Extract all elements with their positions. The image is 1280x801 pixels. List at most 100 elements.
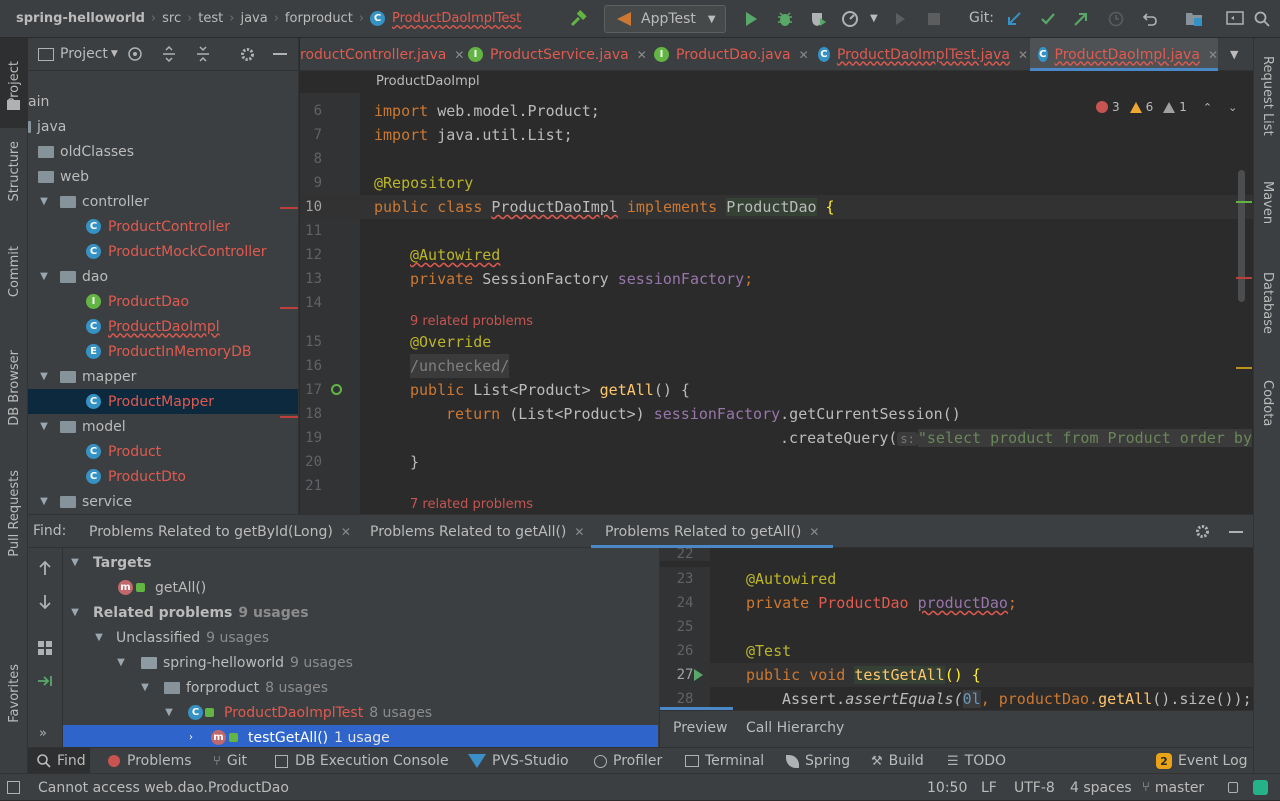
tree-item[interactable]: C ProductController — [28, 214, 298, 239]
caret-position[interactable]: 10:50 — [927, 774, 967, 801]
tree-item[interactable]: ▼ dao — [28, 264, 298, 289]
status-message[interactable]: Cannot access web.dao.ProductDao — [38, 774, 289, 801]
tool-tab-favorites[interactable]: Favorites — [0, 648, 28, 738]
tool-tab-commit[interactable]: Commit — [0, 238, 28, 306]
tree-item[interactable]: E ProductInMemoryDB — [28, 339, 298, 364]
result-group[interactable]: ▼ Targets — [63, 550, 658, 575]
code-line[interactable]: 7 import java.util.List; — [300, 123, 1253, 147]
tool-button-spring[interactable]: Spring — [786, 748, 850, 774]
code-line[interactable]: 12 @Autowired — [300, 243, 1253, 267]
chevron-down-icon[interactable]: ▼ — [111, 49, 118, 59]
close-icon[interactable]: ✕ — [341, 525, 351, 539]
history-icon[interactable] — [1106, 9, 1126, 29]
preview-tab[interactable]: Preview — [673, 720, 728, 736]
lock-icon[interactable] — [1228, 782, 1238, 793]
close-icon[interactable]: ✕ — [1208, 48, 1218, 62]
code-line[interactable]: 9 @Repository — [300, 171, 1253, 195]
tool-tab-project[interactable]: Project — [0, 38, 28, 128]
result-group[interactable]: ▼ spring-helloworld 9 usages — [63, 650, 658, 675]
tool-tab-db-browser[interactable]: DB Browser — [0, 338, 28, 438]
code-line[interactable]: 21 — [300, 474, 1253, 498]
code-line[interactable]: 8 — [300, 147, 1253, 171]
code-line[interactable]: 11 — [300, 219, 1253, 243]
tree-item[interactable]: C ProductMockController — [28, 239, 298, 264]
file-encoding[interactable]: UTF-8 — [1014, 774, 1055, 801]
rollback-icon[interactable] — [1140, 9, 1160, 29]
codota-icon[interactable] — [1253, 780, 1268, 795]
breadcrumb-file[interactable]: C ProductDaoImplTest — [370, 11, 521, 26]
tool-tab-request-list[interactable]: Request List — [1254, 46, 1280, 146]
close-icon[interactable]: ✕ — [454, 48, 464, 62]
collapse-all-icon[interactable] — [195, 46, 211, 62]
result-group[interactable]: ▼ Unclassified 9 usages — [63, 625, 658, 650]
code-line[interactable]: 6 import web.model.Product; — [300, 99, 1253, 123]
tree-item[interactable]: web — [28, 164, 298, 189]
tool-button-profiler[interactable]: Profiler — [594, 748, 662, 774]
group-icon[interactable] — [37, 640, 53, 656]
breadcrumb-src[interactable]: src — [162, 11, 181, 26]
call-hierarchy-tab[interactable]: Call Hierarchy — [746, 720, 844, 736]
profile-icon[interactable] — [840, 9, 860, 29]
arrow-up-icon[interactable] — [37, 560, 53, 576]
chevron-down-icon[interactable]: ▼ — [139, 682, 151, 693]
breadcrumb-java[interactable]: java — [240, 11, 267, 26]
tool-tab-pull-requests[interactable]: Pull Requests — [0, 458, 28, 568]
chevron-down-icon[interactable]: ▼ — [93, 632, 105, 643]
chevron-down-icon[interactable]: ▼ — [69, 557, 81, 568]
run-with-coverage-icon[interactable] — [808, 9, 828, 29]
chevron-down-icon[interactable]: ▼ — [38, 196, 50, 207]
more-icon[interactable]: » — [39, 726, 47, 741]
hide-panel-icon[interactable] — [1229, 531, 1243, 533]
chevron-down-icon[interactable]: ▼ — [38, 271, 50, 282]
result-group[interactable]: ▼ C ProductDaoImplTest 8 usages — [63, 700, 658, 725]
hide-panel-icon[interactable] — [273, 53, 287, 55]
chevron-down-icon[interactable]: ▼ — [38, 371, 50, 382]
close-icon[interactable]: ✕ — [637, 48, 647, 62]
breadcrumb-test[interactable]: test — [198, 11, 223, 26]
run-configuration-select[interactable]: AppTest ▼ — [604, 5, 726, 33]
close-icon[interactable]: ✕ — [574, 525, 584, 539]
tree-item[interactable]: I ProductDao — [28, 289, 298, 314]
tool-button-db-console[interactable]: DB Execution Console — [275, 748, 449, 774]
tool-button-git[interactable]: ⑂ Git — [213, 748, 247, 774]
editor-scrollbar[interactable] — [1238, 170, 1245, 302]
tool-button-todo[interactable]: ☰ TODO — [947, 748, 1006, 774]
editor-tab[interactable]: I ProductService.java ✕ — [468, 38, 650, 71]
locate-file-icon[interactable] — [127, 46, 143, 62]
chevron-down-icon[interactable]: ▼ — [115, 657, 127, 668]
tree-item[interactable]: ▼ mapper — [28, 364, 298, 389]
run-test-icon[interactable] — [694, 669, 703, 681]
code-line[interactable]: 15 @Override — [300, 330, 1253, 354]
git-update-icon[interactable] — [1004, 9, 1024, 29]
project-view-select[interactable]: Project — [60, 46, 108, 62]
result-group[interactable]: ▼ Related problems 9 usages — [63, 600, 658, 625]
tree-item[interactable]: C ProductDaoImpl — [28, 314, 298, 339]
code-line[interactable]: 17 public List<Product> getAll() { — [300, 378, 1253, 402]
indent-setting[interactable]: 4 spaces — [1070, 774, 1132, 801]
close-icon[interactable]: ✕ — [809, 525, 819, 539]
close-icon[interactable]: ✕ — [1018, 48, 1028, 62]
chevron-down-icon[interactable]: ▼ — [870, 13, 878, 24]
tree-item[interactable]: ▼ service — [28, 489, 298, 514]
tree-item[interactable]: ▼ model — [28, 414, 298, 439]
gear-icon[interactable] — [1194, 523, 1211, 540]
related-problems-link[interactable]: 7 related problems — [410, 497, 533, 512]
override-gutter-icon[interactable] — [331, 384, 342, 395]
expand-all-icon[interactable] — [161, 46, 177, 62]
tool-button-pvs-studio[interactable]: PVS-Studio — [468, 748, 569, 774]
chevron-down-icon[interactable]: ▼ — [69, 607, 81, 618]
run-icon[interactable] — [741, 9, 761, 29]
gear-icon[interactable] — [239, 46, 256, 63]
tree-item[interactable]: C ProductDto — [28, 464, 298, 489]
chevron-down-icon[interactable]: ▼ — [38, 421, 50, 432]
tree-item[interactable]: C Product — [28, 439, 298, 464]
code-line-current[interactable]: 10 public class ProductDaoImpl implements… — [300, 195, 1253, 219]
line-separator[interactable]: LF — [981, 774, 997, 801]
tool-button-problems[interactable]: Problems — [108, 748, 192, 774]
find-tab[interactable]: Problems Related to getById(Long) ✕ — [89, 515, 351, 548]
tool-tab-database[interactable]: Database — [1254, 258, 1280, 348]
editor-breadcrumb[interactable]: ProductDaoImpl — [300, 71, 1253, 93]
editor-tab[interactable]: roductController.java ✕ — [300, 38, 464, 71]
result-item[interactable]: m getAll() — [63, 575, 658, 600]
code-line[interactable]: 16/unchecked/ — [300, 354, 1253, 378]
